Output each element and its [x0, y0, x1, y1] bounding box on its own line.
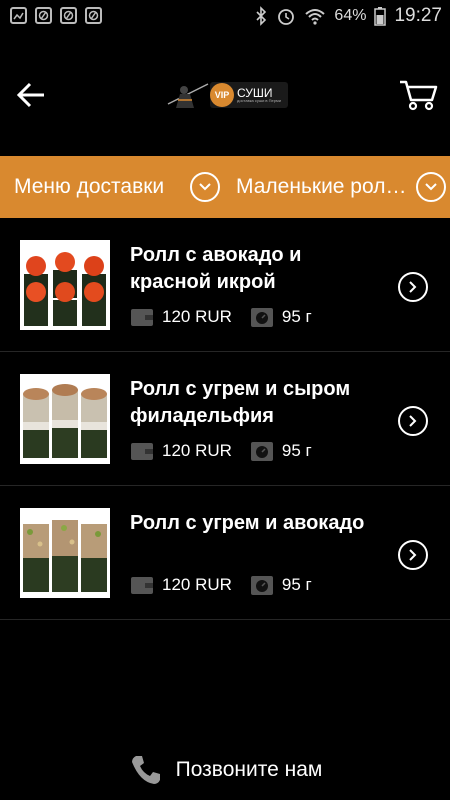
wallet-icon — [131, 309, 153, 326]
phone-icon — [131, 756, 160, 784]
logo-badge: VIP СУШИ доставка суши в Перми — [210, 82, 288, 108]
weight-scale-icon — [250, 576, 273, 595]
menu-dropdown[interactable]: Меню доставки — [14, 156, 220, 218]
product-item[interactable]: Ролл с авокадо и красной икрой 120 RUR 9… — [0, 218, 450, 352]
alarm-icon — [278, 9, 295, 25]
call-us-button[interactable]: Позвоните нам — [0, 740, 450, 800]
product-meta: 120 RUR 95 г — [130, 440, 312, 462]
battery-percent: 64% — [334, 7, 367, 24]
weight-scale-icon — [250, 442, 273, 461]
product-image — [20, 508, 110, 598]
filter-bar: Меню доставки Маленькие роллы — [0, 156, 450, 218]
logo-subtitle: доставка суши в Перми — [237, 98, 281, 103]
image-icon — [10, 7, 27, 24]
product-image — [20, 240, 110, 330]
product-title: Ролл с авокадо и красной икрой — [130, 244, 302, 293]
status-bar: 64% 19:27 — [0, 0, 450, 34]
back-arrow-icon[interactable] — [14, 78, 48, 112]
product-price: 120 RUR — [162, 307, 232, 326]
battery-icon — [374, 7, 387, 26]
product-weight: 95 г — [281, 307, 312, 326]
chevron-right-icon[interactable] — [398, 406, 428, 436]
product-weight: 95 г — [281, 441, 312, 460]
app-icon — [85, 7, 102, 24]
chevron-down-icon — [190, 172, 220, 202]
chevron-right-icon[interactable] — [398, 272, 428, 302]
bluetooth-icon — [256, 6, 267, 26]
app-logo: VIP СУШИ доставка суши в Перми — [162, 78, 288, 112]
product-list: Ролл с авокадо и красной икрой 120 RUR 9… — [0, 218, 450, 620]
product-weight: 95 г — [281, 575, 312, 594]
product-price: 120 RUR — [162, 441, 232, 460]
wallet-icon — [131, 443, 153, 460]
product-title: Ролл с угрем и авокадо — [130, 512, 365, 534]
chevron-right-icon[interactable] — [398, 540, 428, 570]
wallet-icon — [131, 577, 153, 594]
product-item[interactable]: Ролл с угрем и сыром филадельфия 120 RUR… — [0, 352, 450, 486]
logo-vip: VIP — [210, 83, 234, 107]
call-us-label: Позвоните нам — [175, 758, 323, 781]
product-meta: 120 RUR 95 г — [130, 574, 312, 596]
app-icon — [35, 7, 52, 24]
notification-icons — [10, 7, 102, 24]
samurai-logo-icon — [167, 83, 209, 108]
product-image — [20, 374, 110, 464]
category-dropdown[interactable]: Маленькие роллы — [236, 156, 446, 218]
app-header: VIP СУШИ доставка суши в Перми — [0, 34, 450, 156]
wifi-icon — [305, 9, 326, 25]
product-price: 120 RUR — [162, 575, 232, 594]
product-meta: 120 RUR 95 г — [130, 306, 312, 328]
menu-dropdown-label: Меню доставки — [14, 175, 165, 198]
cart-icon[interactable] — [398, 78, 438, 112]
clock: 19:27 — [394, 5, 442, 26]
weight-scale-icon — [250, 308, 273, 327]
chevron-down-icon — [416, 172, 446, 202]
app-icon — [60, 7, 77, 24]
category-dropdown-label: Маленькие роллы — [236, 175, 410, 198]
product-item[interactable]: Ролл с угрем и авокадо 120 RUR 95 г — [0, 486, 450, 620]
system-status: 64% 19:27 — [254, 5, 442, 27]
product-title: Ролл с угрем и сыром филадельфия — [130, 378, 351, 427]
